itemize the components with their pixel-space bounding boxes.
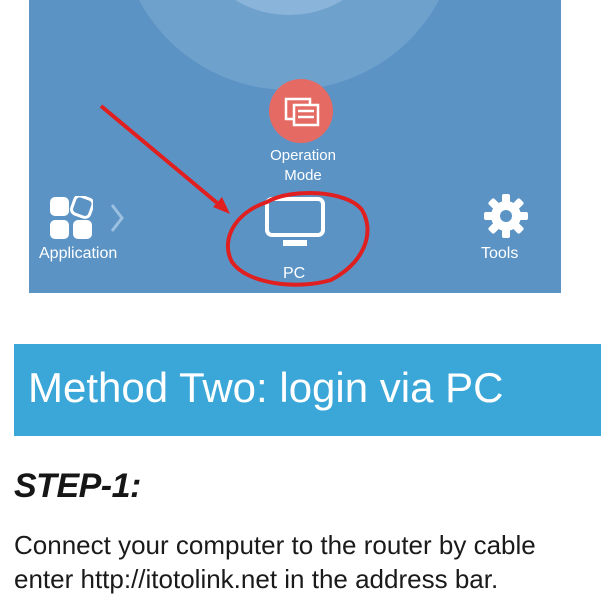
operation-mode-icon[interactable]: [269, 79, 333, 143]
step-heading: STEP-1:: [14, 467, 141, 505]
chevron-right-icon[interactable]: [109, 203, 125, 233]
step-body: Connect your computer to the router by c…: [14, 528, 601, 596]
step-line-1: Connect your computer to the router by c…: [14, 530, 536, 560]
pc-label[interactable]: PC: [283, 265, 305, 283]
banner-title: Method Two: login via PC: [28, 364, 504, 411]
monitor-icon[interactable]: [261, 196, 329, 252]
application-grid-icon[interactable]: [49, 194, 95, 240]
application-label[interactable]: Application: [39, 245, 117, 263]
app-screenshot: Operation Mode Application PC Tools: [29, 0, 561, 293]
operation-mode-label[interactable]: Operation Mode: [251, 146, 355, 186]
gear-icon[interactable]: [483, 193, 529, 239]
red-arrow: [99, 104, 224, 209]
tools-label[interactable]: Tools: [481, 245, 518, 263]
step-line-2: enter http://itotolink.net in the addres…: [14, 564, 499, 594]
red-arrowhead: [213, 197, 230, 214]
method-two-banner: Method Two: login via PC: [14, 344, 601, 436]
